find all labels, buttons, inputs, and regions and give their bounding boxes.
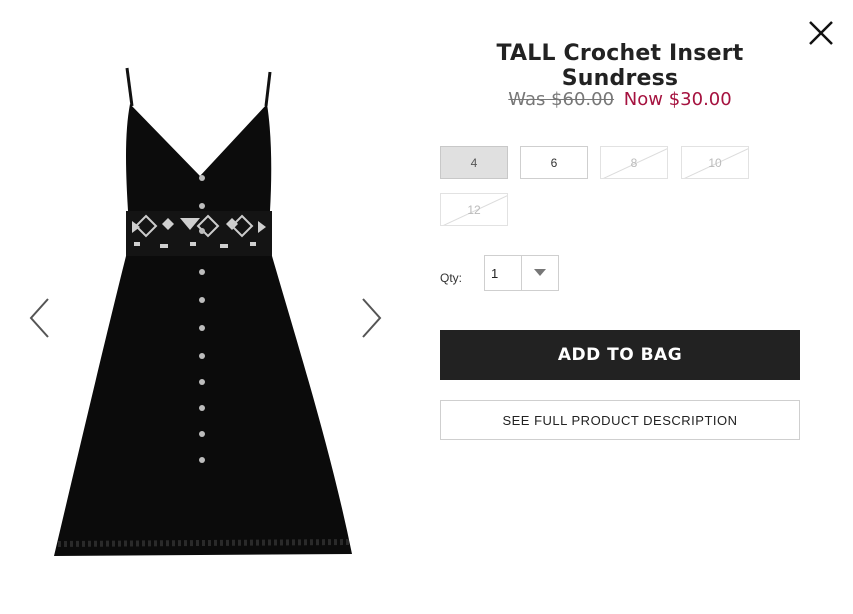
size-option-8: 8 — [600, 146, 668, 179]
close-button[interactable] — [806, 18, 836, 48]
close-icon — [809, 21, 833, 45]
size-label: 6 — [550, 155, 558, 170]
was-price: Was $60.00 — [508, 89, 615, 110]
add-to-bag-button[interactable]: ADD TO BAG — [440, 330, 800, 380]
quantity-label: Qty: — [440, 271, 463, 285]
product-title: TALL Crochet Insert Sundress — [496, 41, 744, 91]
size-option-10: 10 — [681, 146, 749, 179]
now-price: Now $30.00 — [623, 89, 732, 110]
size-label: 8 — [630, 155, 638, 170]
see-full-description-button[interactable]: SEE FULL PRODUCT DESCRIPTION — [440, 400, 800, 440]
quantity-dropdown-toggle[interactable] — [521, 256, 558, 290]
product-image-gallery — [0, 0, 410, 614]
size-option-12: 12 — [440, 193, 508, 226]
quantity-value: 1 — [491, 266, 499, 281]
size-option-6[interactable]: 6 — [520, 146, 588, 179]
size-option-4[interactable]: 4 — [440, 146, 508, 179]
next-image-button[interactable] — [357, 296, 383, 340]
size-label: 12 — [467, 202, 481, 217]
product-price: Was $60.00 Now $30.00 — [440, 89, 800, 110]
quantity-select[interactable]: 1 — [484, 255, 559, 291]
chevron-right-icon — [362, 298, 382, 338]
size-label: 10 — [708, 155, 722, 170]
chevron-down-icon — [534, 269, 546, 276]
product-image — [54, 67, 352, 556]
size-label: 4 — [470, 155, 478, 170]
